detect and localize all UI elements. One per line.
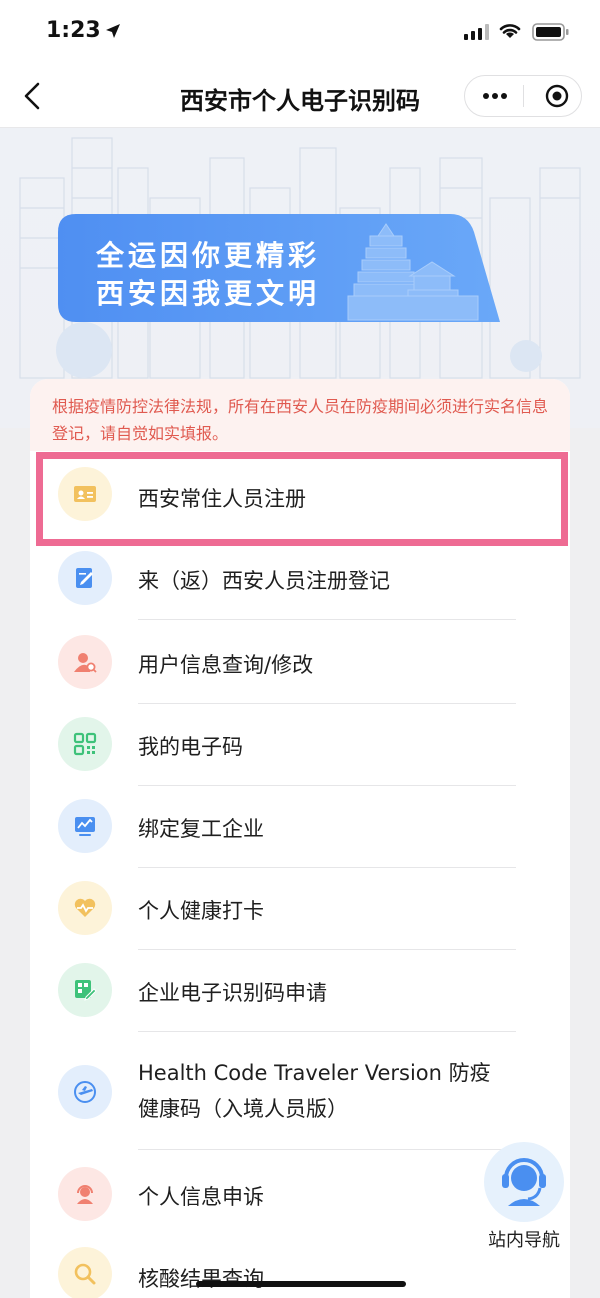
user-search-icon — [58, 635, 112, 689]
menu-label-line-2: 健康码（入境人员版） — [138, 1097, 348, 1121]
chart-monitor-icon — [58, 799, 112, 853]
navigation-bar: 西安市个人电子识别码 — [0, 64, 600, 128]
more-dots-icon[interactable] — [483, 86, 507, 106]
menu-item-arrival-registration[interactable]: 来（返）西安人员注册登记 — [30, 537, 570, 621]
menu-item-bind-enterprise[interactable]: 绑定复工企业 — [30, 785, 570, 868]
site-navigation-button[interactable]: 站内导航 — [484, 1142, 564, 1252]
menu-label: 个人信息申诉 — [138, 1185, 264, 1209]
menu-divider — [138, 619, 516, 620]
qr-edit-icon — [58, 963, 112, 1017]
menu-label: 个人健康打卡 — [138, 899, 264, 923]
close-target-icon[interactable] — [545, 84, 569, 108]
menu-item-user-info-query[interactable]: 用户信息查询/修改 — [30, 621, 570, 704]
menu-label: 绑定复工企业 — [138, 817, 264, 841]
edit-document-icon — [58, 551, 112, 605]
wifi-icon — [499, 24, 521, 38]
menu-label: 我的电子码 — [138, 735, 243, 759]
menu-divider — [138, 1149, 516, 1150]
qr-code-icon — [58, 717, 112, 771]
menu-item-health-code-traveler[interactable]: Health Code Traveler Version 防疫 健康码（入境人员… — [30, 1031, 570, 1151]
mini-program-capsule — [464, 75, 582, 117]
heart-pulse-icon — [58, 881, 112, 935]
banner-line-2: 西安因我更文明 — [96, 277, 321, 310]
magnifier-icon — [58, 1247, 112, 1298]
menu-label-line-1: Health Code Traveler Version 防疫 — [138, 1061, 491, 1085]
cellular-signal-icon — [464, 24, 489, 40]
capsule-divider — [523, 85, 524, 107]
menu-label: 用户信息查询/修改 — [138, 653, 314, 677]
menu-item-my-code[interactable]: 我的电子码 — [30, 703, 570, 786]
menu-label: 核酸结果查询 — [138, 1267, 264, 1291]
headset-user-icon — [58, 1167, 112, 1221]
status-bar: 1:23 — [0, 0, 600, 64]
plane-icon — [58, 1065, 112, 1119]
menu-item-enterprise-code-apply[interactable]: 企业电子识别码申请 — [30, 949, 570, 1032]
menu-label: 企业电子识别码申请 — [138, 981, 327, 1005]
banner-line-1: 全运因你更精彩 — [96, 239, 321, 272]
highlight-frame — [36, 452, 568, 546]
registration-notice: 根据疫情防控法律法规，所有在西安人员在防疫期间必须进行实名信息登记，请自觉如实填… — [30, 379, 570, 451]
customer-service-icon — [484, 1142, 564, 1222]
help-label: 站内导航 — [488, 1230, 560, 1251]
status-time: 1:23 — [46, 18, 101, 43]
notice-text: 根据疫情防控法律法规，所有在西安人员在防疫期间必须进行实名信息登记，请自觉如实填… — [52, 397, 549, 443]
menu-label: 来（返）西安人员注册登记 — [138, 569, 390, 593]
home-indicator — [196, 1281, 406, 1287]
menu-item-health-checkin[interactable]: 个人健康打卡 — [30, 867, 570, 950]
location-arrow-icon — [106, 24, 120, 38]
battery-icon — [532, 23, 569, 41]
